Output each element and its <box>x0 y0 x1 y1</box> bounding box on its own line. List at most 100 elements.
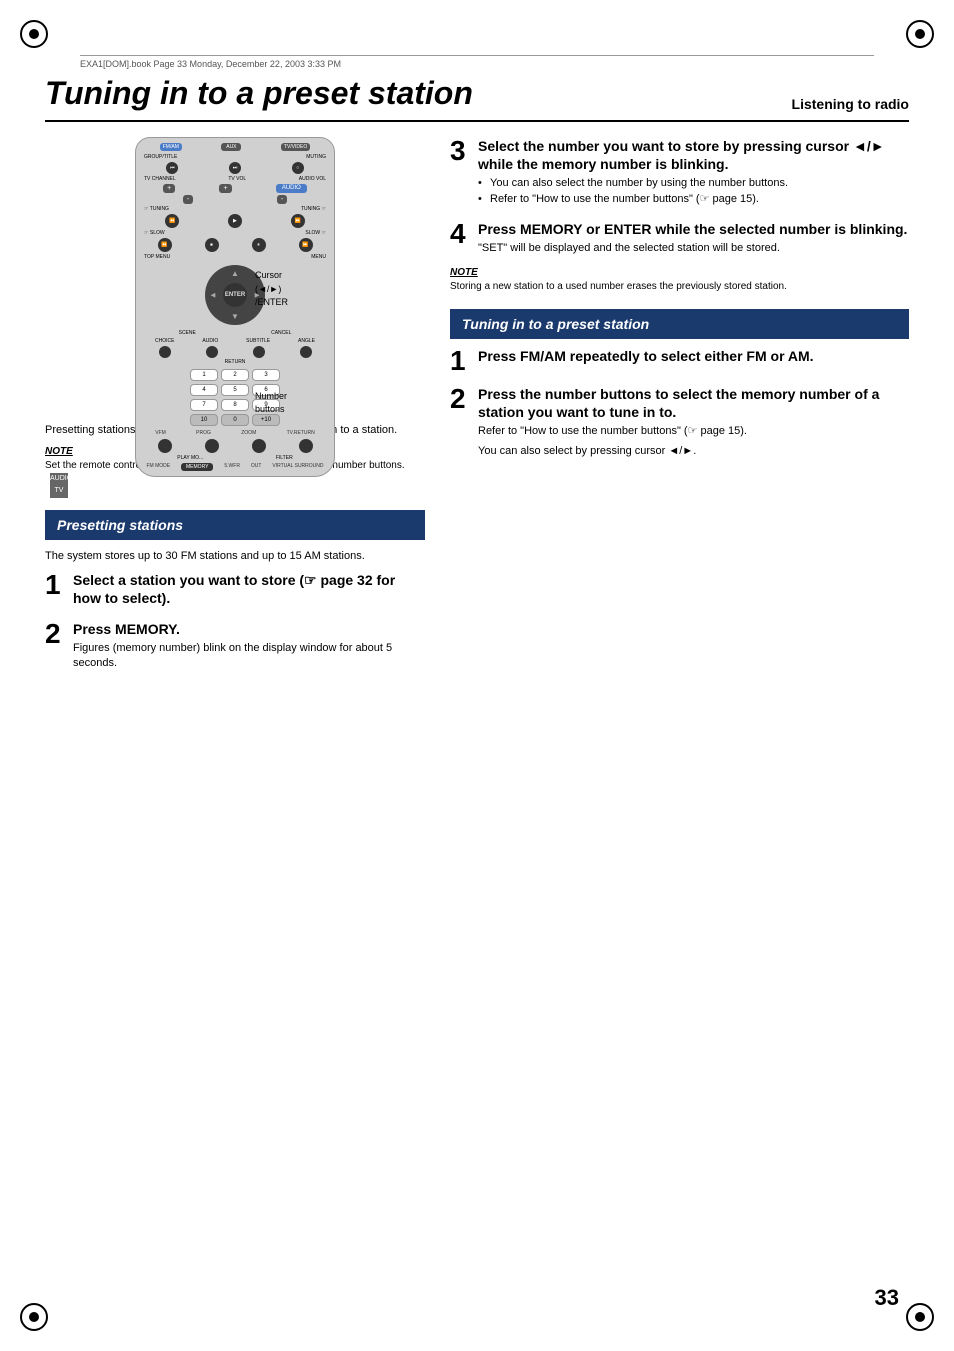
remote-play-btn: ▶ <box>228 214 242 228</box>
step-r2-title: Press the number buttons to select the m… <box>478 385 909 421</box>
step1-title: Select a station you want to store (☞ pa… <box>73 571 425 607</box>
remote-slow-left-label: ☞ SLOW <box>144 230 165 236</box>
step-r2-content: Press the number buttons to select the m… <box>478 385 909 459</box>
remote-circ-btn: ○ <box>292 162 304 174</box>
remote-menu-label: MENU <box>311 254 326 260</box>
remote-bottom-section: VFM PROG ZOOM TV.RETURN <box>141 430 329 436</box>
remote-num-0: 0 <box>221 414 249 426</box>
remote-audio2-btn <box>206 346 218 358</box>
remote-prev-btn: ⏮ <box>166 162 178 174</box>
remote-rw-btn: ⏪ <box>165 214 179 228</box>
page-subtitle: Listening to radio <box>792 96 909 112</box>
remote-5wfr-label: 5.WFR <box>224 463 240 471</box>
remote-num-1: 1 <box>190 369 218 381</box>
remote-wrapper: FM/AM AUX TV/VIDEO GROUP/TITLE MUTING ⏮ … <box>45 137 425 417</box>
remote-slowff-btn: ⏩ <box>299 238 313 252</box>
remote-tvchannel-label: TV CHANNEL <box>144 176 176 182</box>
remote-num-5: 5 <box>221 384 249 396</box>
remote-fmam-btn: FM/AM <box>160 143 182 151</box>
step4-content: Press MEMORY or ENTER while the selected… <box>478 220 909 257</box>
remote-fmmode-label: FM MODE <box>146 463 170 471</box>
note2-block: NOTE Storing a new station to a used num… <box>450 267 909 294</box>
remote-filter-label: FILTER <box>276 455 293 461</box>
remote-playmode-label: PLAY MO... <box>177 455 203 461</box>
right-column: 3 Select the number you want to store by… <box>450 137 909 682</box>
remote-aux-btn: AUX <box>221 143 241 151</box>
corner-br <box>906 1303 934 1331</box>
page-container: EXA1[DOM].book Page 33 Monday, December … <box>0 0 954 1351</box>
left-column: FM/AM AUX TV/VIDEO GROUP/TITLE MUTING ⏮ … <box>45 137 425 682</box>
remote-pause-btn: ⏸ <box>252 238 266 252</box>
step4-body: "SET" will be displayed and the selected… <box>478 241 909 256</box>
file-info-text: EXA1[DOM].book Page 33 Monday, December … <box>80 59 341 69</box>
step3-container: 3 Select the number you want to store by… <box>450 137 909 210</box>
remote-tuning-left-label: ☞ TUNING <box>144 206 169 212</box>
step-r2-body1: Refer to "How to use the number buttons"… <box>478 424 909 439</box>
callout-cursor: Cursor(◄/►)/ENTER <box>255 269 425 310</box>
step3-title: Select the number you want to store by p… <box>478 137 909 173</box>
remote-vol-row2: - - <box>141 195 329 204</box>
step1-content: Select a station you want to store (☞ pa… <box>73 571 425 610</box>
remote-playmode-row-labels: PLAY MO... FILTER <box>141 455 329 461</box>
remote-scene-label: SCENE <box>179 330 196 336</box>
presetting-section-header: Presetting stations <box>45 510 425 540</box>
remote-prog-label: PROG <box>196 430 211 436</box>
remote-vfm-btn <box>158 439 172 453</box>
remote-enter-btn: ENTER <box>223 283 247 307</box>
main-content: FM/AM AUX TV/VIDEO GROUP/TITLE MUTING ⏮ … <box>45 137 909 682</box>
callout-number-text: Numberbuttons <box>255 391 287 415</box>
remote-stop-btn: ⏹ <box>205 238 219 252</box>
step-r1-title: Press FM/AM repeatedly to select either … <box>478 347 909 365</box>
step2-title: Press MEMORY. <box>73 620 425 638</box>
step-r1-content: Press FM/AM repeatedly to select either … <box>478 347 909 368</box>
audio-mode-icon: AUDIOTV <box>50 473 68 498</box>
page-number: 33 <box>875 1285 899 1311</box>
step-r2-body2: You can also select by pressing cursor ◄… <box>478 444 909 459</box>
remote-top-row: FM/AM AUX TV/VIDEO <box>141 143 329 151</box>
step1-number: 1 <box>45 571 65 599</box>
remote-plus2-btn: + <box>219 184 231 193</box>
page-title: Tuning in to a preset station <box>45 75 473 112</box>
remote-muting-label: MUTING <box>306 154 326 160</box>
step-r2-container: 2 Press the number buttons to select the… <box>450 385 909 459</box>
remote-up-arrow: ▲ <box>231 269 239 278</box>
step-r1-number: 1 <box>450 347 470 375</box>
remote-group-label: GROUP/TITLE <box>144 154 177 160</box>
remote-zoom-label: ZOOM <box>241 430 256 436</box>
remote-num-2: 2 <box>221 369 249 381</box>
step3-bullet1: You can also select the number by using … <box>478 176 909 191</box>
remote-prog-btn <box>205 439 219 453</box>
remote-return-label: RETURN <box>225 359 246 365</box>
file-info: EXA1[DOM].book Page 33 Monday, December … <box>80 55 874 69</box>
remote-num-4: 4 <box>190 384 218 396</box>
remote-num-10: 10 <box>190 414 218 426</box>
remote-minus-btn: - <box>183 195 193 204</box>
remote-ff-btn: ⏩ <box>291 214 305 228</box>
remote-topmenu-label: TOP MENU <box>144 254 170 260</box>
note2-text: Storing a new station to a used number e… <box>450 280 909 294</box>
step1-container: 1 Select a station you want to store (☞ … <box>45 571 425 610</box>
step2-content: Press MEMORY. Figures (memory number) bl… <box>73 620 425 672</box>
callout-cursor-text: Cursor(◄/►)/ENTER <box>255 270 288 307</box>
callout-area: Cursor(◄/►)/ENTER Numberbuttons <box>255 269 425 417</box>
remote-fwd-btn: ⏭ <box>229 162 241 174</box>
remote-audio-btn: AUDIO <box>276 184 307 193</box>
remote-slow-right-label: SLOW ☞ <box>305 230 326 236</box>
remote-choice-btn <box>159 346 171 358</box>
step2-container: 2 Press MEMORY. Figures (memory number) … <box>45 620 425 672</box>
remote-down-arrow: ▼ <box>231 312 239 321</box>
remote-audio-label: AUDIO <box>202 338 218 344</box>
corner-tl <box>20 20 48 48</box>
remote-menu-label-row: TOP MENU MENU <box>144 254 326 260</box>
note2-title: NOTE <box>450 267 909 278</box>
step-r1-container: 1 Press FM/AM repeatedly to select eithe… <box>450 347 909 375</box>
step2-number: 2 <box>45 620 65 648</box>
remote-memory-btn: MEMORY <box>181 463 213 471</box>
remote-vol-row: + + AUDIO <box>141 184 329 193</box>
remote-plus-btn: + <box>163 184 175 193</box>
tuning-section-header: Tuning in to a preset station <box>450 309 909 339</box>
remote-tvreturn-btn <box>299 439 313 453</box>
remote-slowrw-btn: ⏪ <box>158 238 172 252</box>
remote-playback-row: ⏪ ▶ ⏩ <box>141 214 329 228</box>
remote-nav-row1: ⏮ ⏭ ○ <box>141 162 329 174</box>
